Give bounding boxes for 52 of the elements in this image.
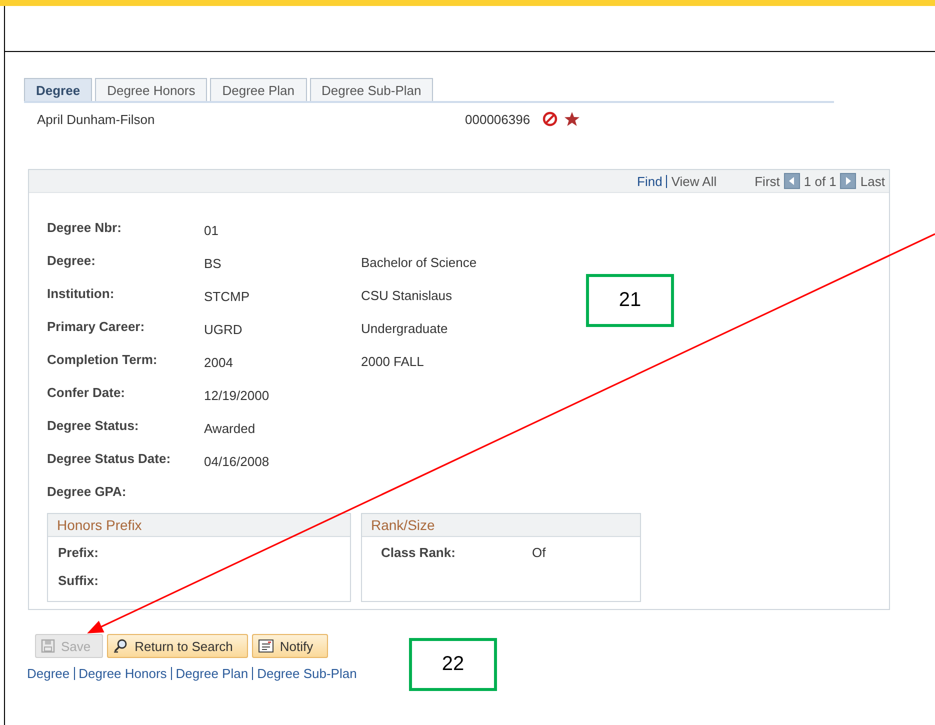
field-value: BS bbox=[204, 255, 222, 271]
page-position: 1 of 1 bbox=[804, 174, 836, 188]
field-value: 12/19/2000 bbox=[204, 387, 270, 403]
tab[interactable]: Degree Honors bbox=[95, 78, 208, 101]
field-value: 2004 bbox=[204, 354, 234, 370]
find-link[interactable]: Find bbox=[637, 174, 662, 188]
field-label: Degree: bbox=[47, 253, 96, 268]
tab[interactable]: Degree bbox=[24, 78, 92, 101]
first-label: First bbox=[754, 174, 780, 188]
magnifier-icon bbox=[112, 638, 129, 654]
field-label: Degree Status: bbox=[47, 418, 140, 433]
star-icon[interactable] bbox=[564, 111, 580, 127]
previous-icon[interactable] bbox=[784, 173, 800, 189]
callout-box: 21 bbox=[586, 274, 674, 327]
field-description: 2000 FALL bbox=[361, 353, 424, 369]
group-title: Honors Prefix bbox=[57, 517, 142, 533]
field-label: Prefix: bbox=[58, 545, 100, 562]
page-link[interactable]: Degree Plan bbox=[176, 666, 248, 681]
field-label: Confer Date: bbox=[47, 385, 126, 400]
notify-button[interactable]: Notify bbox=[252, 634, 328, 658]
group-title: Rank/Size bbox=[371, 517, 435, 533]
field-label: Institution: bbox=[47, 286, 116, 301]
field-label: Degree GPA: bbox=[47, 484, 128, 499]
field-value: 01 bbox=[204, 222, 220, 238]
field-label: Completion Term: bbox=[47, 352, 158, 367]
field-description: Bachelor of Science bbox=[361, 254, 477, 270]
view-all-link[interactable]: View All bbox=[671, 174, 717, 188]
page-link[interactable]: Degree bbox=[27, 666, 70, 681]
tab[interactable]: Degree Plan bbox=[210, 78, 307, 101]
page-link[interactable]: Degree Honors bbox=[78, 666, 167, 681]
next-icon[interactable] bbox=[840, 173, 856, 189]
tab[interactable]: Degree Sub-Plan bbox=[310, 78, 434, 101]
prohibited-icon[interactable] bbox=[542, 111, 558, 127]
field-value: Awarded bbox=[204, 420, 256, 436]
callout-box: 22 bbox=[409, 638, 497, 691]
field-label: Primary Career: bbox=[47, 319, 146, 334]
field-label: Suffix: bbox=[58, 573, 100, 590]
student-id: 000006396 bbox=[465, 112, 532, 126]
last-label: Last bbox=[860, 174, 885, 188]
note-icon bbox=[258, 639, 274, 653]
page-link[interactable]: Degree Sub-Plan bbox=[257, 666, 357, 681]
field-label: Degree Nbr: bbox=[47, 220, 122, 235]
field-value: 04/16/2008 bbox=[204, 453, 270, 469]
field-value: UGRD bbox=[204, 321, 244, 337]
field-value: STCMP bbox=[204, 288, 250, 304]
field-label: Degree Status Date: bbox=[47, 451, 172, 466]
field-value: Of bbox=[532, 545, 546, 562]
field-description: CSU Stanislaus bbox=[361, 287, 452, 303]
student-name: April Dunham-Filson bbox=[37, 112, 156, 126]
field-description: Undergraduate bbox=[361, 320, 448, 336]
return-to-search-button[interactable]: Return to Search bbox=[106, 634, 248, 658]
field-label: Class Rank: bbox=[381, 545, 456, 562]
